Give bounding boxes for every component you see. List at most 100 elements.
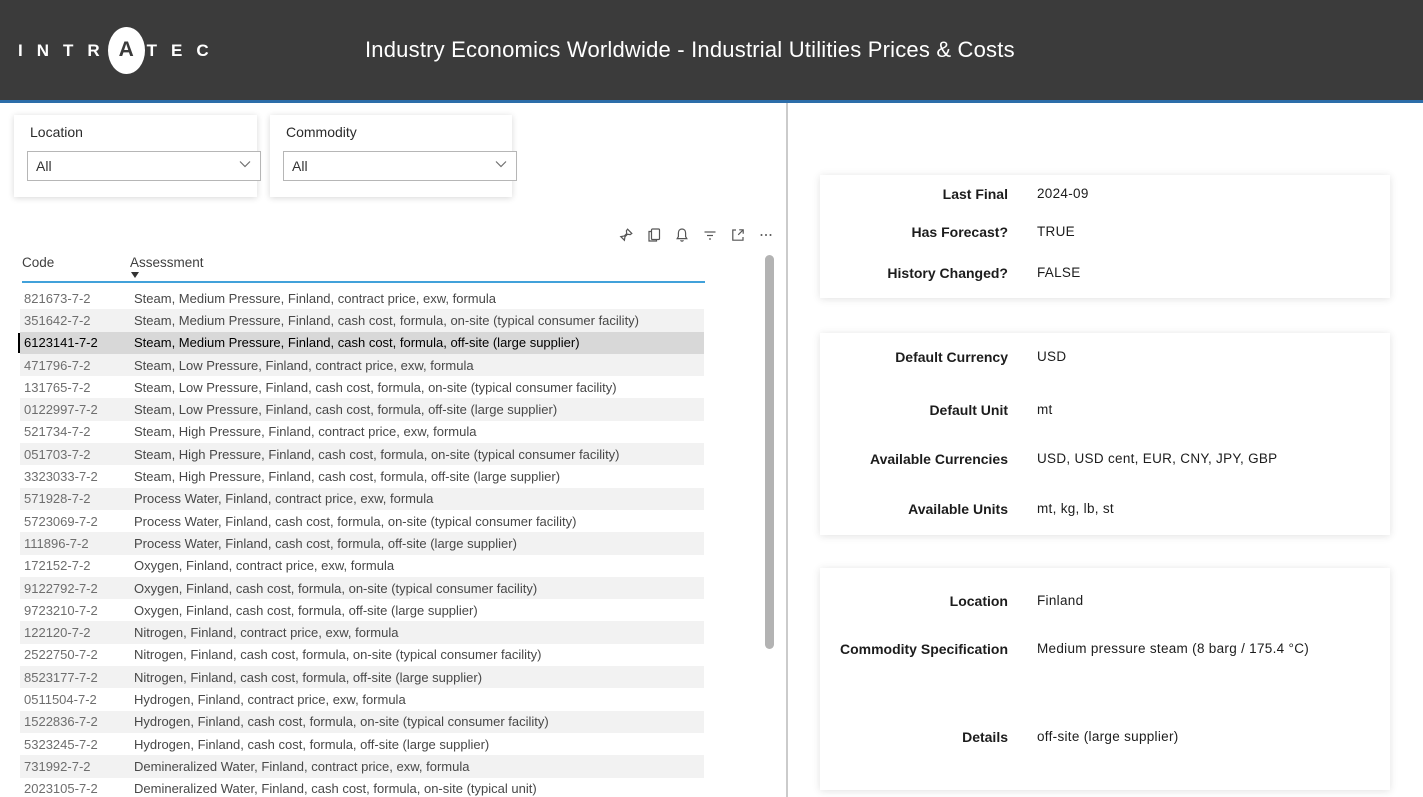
assessment-cell: Nitrogen, Finland, cash cost, formula, o… <box>134 647 704 662</box>
detail-field-value: FALSE <box>1037 264 1382 282</box>
detail-card: Location Finland Commodity Specification Me… <box>820 568 1390 790</box>
table-row[interactable]: 5323245-7-2Hydrogen, Finland, cash cost,… <box>20 733 704 755</box>
table-row[interactable]: 2522750-7-2Nitrogen, Finland, cash cost,… <box>20 644 704 666</box>
table-body: 821673-7-2Steam, Medium Pressure, Finlan… <box>20 287 704 797</box>
intratec-logo: INTR A TEC <box>18 0 223 100</box>
table-row[interactable]: 122120-7-2Nitrogen, Finland, contract pr… <box>20 621 704 643</box>
detail-field-label: Available Currencies <box>820 450 1008 468</box>
table-row[interactable]: 6123141-7-2Steam, Medium Pressure, Finla… <box>20 332 704 354</box>
code-cell: 122120-7-2 <box>20 625 134 640</box>
assessment-cell: Steam, Low Pressure, Finland, contract p… <box>134 358 704 373</box>
detail-field-value: off-site (large supplier) <box>1037 728 1382 746</box>
table-row[interactable]: 2023105-7-2Demineralized Water, Finland,… <box>20 778 704 797</box>
assessment-cell: Steam, Medium Pressure, Finland, contrac… <box>134 291 704 306</box>
logo-circle-a: A <box>108 27 145 74</box>
detail-field-label: Default Currency <box>820 348 1008 366</box>
table-row[interactable]: 731992-7-2Demineralized Water, Finland, … <box>20 755 704 777</box>
assessment-cell: Demineralized Water, Finland, contract p… <box>134 759 704 774</box>
detail-field-label: Default Unit <box>820 401 1008 419</box>
detail-field-label: Location <box>820 592 1008 610</box>
assessment-cell: Demineralized Water, Finland, cash cost,… <box>134 781 704 796</box>
location-dropdown-value: All <box>36 158 238 174</box>
code-cell: 471796-7-2 <box>20 358 134 373</box>
code-cell: 131765-7-2 <box>20 380 134 395</box>
detail-card: Last Final2024-09Has Forecast?TRUEHistor… <box>820 175 1390 298</box>
table-row[interactable]: 3323033-7-2Steam, High Pressure, Finland… <box>20 465 704 487</box>
assessment-cell: Steam, Low Pressure, Finland, cash cost,… <box>134 380 704 395</box>
column-header-assessment[interactable]: Assessment <box>130 255 204 270</box>
vertical-divider <box>786 103 788 797</box>
code-cell: 0511504-7-2 <box>20 692 134 707</box>
table-row[interactable]: 471796-7-2Steam, Low Pressure, Finland, … <box>20 354 704 376</box>
table-row[interactable]: 0511504-7-2Hydrogen, Finland, contract p… <box>20 688 704 710</box>
code-cell: 172152-7-2 <box>20 558 134 573</box>
detail-field: History Changed?FALSE <box>820 264 1390 282</box>
table-scrollbar-thumb[interactable] <box>765 255 774 649</box>
alert-icon[interactable] <box>674 227 690 243</box>
table-row[interactable]: 9723210-7-2Oxygen, Finland, cash cost, f… <box>20 599 704 621</box>
assessment-cell: Oxygen, Finland, contract price, exw, fo… <box>134 558 704 573</box>
assessment-cell: Steam, High Pressure, Finland, contract … <box>134 424 704 439</box>
assessment-cell: Nitrogen, Finland, cash cost, formula, o… <box>134 670 704 685</box>
focus-mode-icon[interactable] <box>730 227 746 243</box>
detail-field: Details off-site (large supplier) <box>820 728 1390 746</box>
commodity-dropdown-value: All <box>292 158 494 174</box>
table-row[interactable]: 8523177-7-2Nitrogen, Finland, cash cost,… <box>20 666 704 688</box>
location-filter-label: Location <box>30 124 83 140</box>
detail-field: Available Units mt, kg, lb, st <box>820 500 1390 518</box>
code-cell: 111896-7-2 <box>20 536 134 551</box>
table-row[interactable]: 172152-7-2Oxygen, Finland, contract pric… <box>20 555 704 577</box>
table-row[interactable]: 9122792-7-2Oxygen, Finland, cash cost, f… <box>20 577 704 599</box>
assessment-cell: Nitrogen, Finland, contract price, exw, … <box>134 625 704 640</box>
location-dropdown[interactable]: All <box>27 151 261 181</box>
detail-field-value: USD, USD cent, EUR, CNY, JPY, GBP <box>1037 450 1382 468</box>
table-row[interactable]: 521734-7-2Steam, High Pressure, Finland,… <box>20 421 704 443</box>
more-options-icon[interactable] <box>758 227 774 243</box>
assessment-cell: Hydrogen, Finland, cash cost, formula, o… <box>134 737 704 752</box>
assessment-cell: Process Water, Finland, cash cost, formu… <box>134 536 704 551</box>
table-row[interactable]: 821673-7-2Steam, Medium Pressure, Finlan… <box>20 287 704 309</box>
detail-field: Location Finland <box>820 592 1390 610</box>
code-cell: 0122997-7-2 <box>20 402 134 417</box>
code-cell: 051703-7-2 <box>20 447 134 462</box>
table-row[interactable]: 5723069-7-2Process Water, Finland, cash … <box>20 510 704 532</box>
assessment-cell: Steam, Medium Pressure, Finland, cash co… <box>134 313 704 328</box>
table-row[interactable]: 571928-7-2Process Water, Finland, contra… <box>20 488 704 510</box>
assessment-cell: Steam, High Pressure, Finland, cash cost… <box>134 447 704 462</box>
assessment-cell: Process Water, Finland, cash cost, formu… <box>134 514 704 529</box>
table-row[interactable]: 351642-7-2Steam, Medium Pressure, Finlan… <box>20 309 704 331</box>
commodity-dropdown[interactable]: All <box>283 151 517 181</box>
copy-icon[interactable] <box>646 227 662 243</box>
filter-icon[interactable] <box>702 227 718 243</box>
detail-field-label: Details <box>820 728 1008 746</box>
table-row[interactable]: 131765-7-2Steam, Low Pressure, Finland, … <box>20 376 704 398</box>
detail-field: Default CurrencyUSD <box>820 348 1390 366</box>
code-cell: 571928-7-2 <box>20 491 134 506</box>
filter-card-location: Location All <box>14 115 257 197</box>
table-row[interactable]: 051703-7-2Steam, High Pressure, Finland,… <box>20 443 704 465</box>
table-row[interactable]: 1522836-7-2Hydrogen, Finland, cash cost,… <box>20 711 704 733</box>
table-header-underline <box>22 281 705 283</box>
app-window: INTR A TEC Industry Economics Worldwide … <box>0 0 1423 797</box>
detail-field-label: Has Forecast? <box>820 223 1008 241</box>
code-cell: 5723069-7-2 <box>20 514 134 529</box>
visual-toolbar <box>618 227 774 243</box>
code-cell: 2522750-7-2 <box>20 647 134 662</box>
code-cell: 821673-7-2 <box>20 291 134 306</box>
chevron-down-icon <box>494 157 508 176</box>
logo-letters-left: INTR <box>18 42 114 59</box>
detail-field-value: mt, kg, lb, st <box>1037 500 1382 518</box>
detail-field-label: Last Final <box>820 185 1008 203</box>
sort-descending-icon <box>131 272 139 278</box>
detail-field-label: Available Units <box>820 500 1008 518</box>
detail-field: Last Final2024-09 <box>820 185 1390 203</box>
detail-field-label: Commodity Specification <box>820 640 1008 658</box>
table-row[interactable]: 111896-7-2Process Water, Finland, cash c… <box>20 532 704 554</box>
detail-field-value: Medium pressure steam (8 barg / 175.4 °C… <box>1037 640 1382 658</box>
detail-field-value: Finland <box>1037 592 1382 610</box>
table-row[interactable]: 0122997-7-2Steam, Low Pressure, Finland,… <box>20 398 704 420</box>
app-header: INTR A TEC Industry Economics Worldwide … <box>0 0 1423 100</box>
pin-icon[interactable] <box>618 227 634 243</box>
assessment-cell: Steam, Medium Pressure, Finland, cash co… <box>134 335 704 350</box>
column-header-code[interactable]: Code <box>22 255 54 270</box>
